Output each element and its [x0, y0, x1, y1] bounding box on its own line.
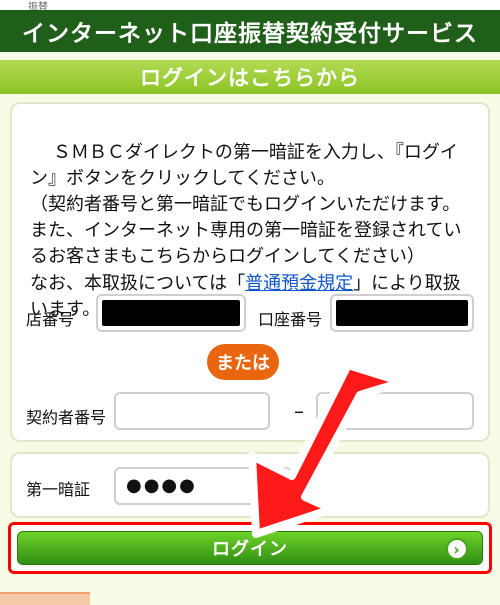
contract-number-input-2[interactable]	[316, 392, 474, 430]
page-title: インターネット口座振替契約受付サービス	[22, 21, 478, 47]
account-number-input[interactable]	[330, 294, 474, 332]
pin-label: 第一暗証	[26, 480, 91, 499]
account-label: 口座番号	[258, 310, 323, 329]
account-row: 店番号 口座番号	[12, 294, 492, 338]
pin-panel: 第一暗証 ●●●●	[10, 452, 490, 518]
branch-number-masked	[102, 300, 240, 326]
section-title: ログインはこちらから	[0, 60, 500, 94]
branch-label: 店番号	[26, 310, 75, 329]
contract-row: 契約者番号	[12, 392, 492, 436]
contract-number-input-1[interactable]	[114, 392, 270, 430]
contract-separator: –	[294, 399, 304, 423]
login-panel: ＳＭＢＣダイレクトの第一暗証を入力し、『ログイン』ボタンをクリックしてください。…	[10, 102, 490, 442]
intro-text-before-link: ＳＭＢＣダイレクトの第一暗証を入力し、『ログイン』ボタンをクリックしてください。…	[30, 142, 462, 294]
login-button-highlight: ログイン ›	[8, 522, 492, 574]
section-title-text: ログインはこちらから	[140, 66, 360, 90]
account-number-masked	[336, 300, 468, 326]
login-button-label: ログイン	[212, 539, 288, 560]
first-pin-input[interactable]: ●●●●	[114, 467, 292, 505]
branch-number-input[interactable]	[96, 294, 246, 332]
chevron-right-icon: ›	[446, 538, 468, 560]
top-strip: 振替	[0, 0, 500, 13]
login-button[interactable]: ログイン ›	[17, 531, 483, 565]
or-button[interactable]: または	[207, 344, 279, 380]
page-header: インターネット口座振替契約受付サービス	[0, 10, 500, 52]
normal-deposit-terms-link[interactable]: 普通預金規定	[245, 273, 353, 294]
contract-number-label: 契約者番号	[26, 408, 107, 427]
bottom-tab	[0, 592, 90, 605]
